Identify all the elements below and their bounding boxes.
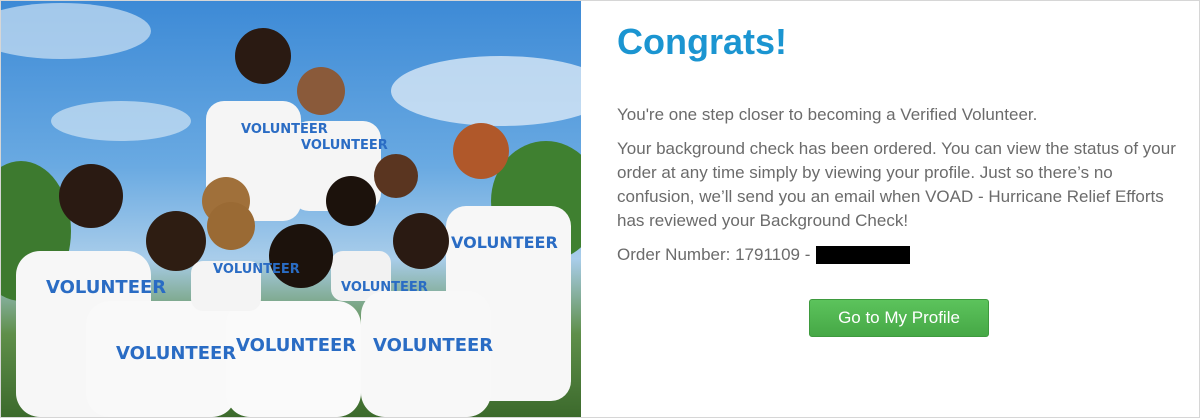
svg-text:VOLUNTEER: VOLUNTEER: [451, 233, 558, 252]
confirmation-panel: VOLUNTEER VOLUNTEER VOLUNTEER VOLUNTEER …: [0, 0, 1200, 418]
svg-text:VOLUNTEER: VOLUNTEER: [301, 138, 388, 153]
volunteer-group-illustration: VOLUNTEER VOLUNTEER VOLUNTEER VOLUNTEER …: [1, 3, 581, 417]
svg-text:VOLUNTEER: VOLUNTEER: [241, 122, 328, 137]
svg-text:VOLUNTEER: VOLUNTEER: [46, 277, 166, 298]
svg-text:VOLUNTEER: VOLUNTEER: [236, 335, 356, 356]
volunteer-group-photo: VOLUNTEER VOLUNTEER VOLUNTEER VOLUNTEER …: [1, 1, 581, 417]
intro-text: You're one step closer to becoming a Ver…: [617, 105, 1038, 124]
svg-text:VOLUNTEER: VOLUNTEER: [213, 262, 300, 277]
page-title: Congrats!: [617, 21, 787, 62]
confirmation-content: Congrats! You're one step closer to beco…: [581, 1, 1199, 417]
svg-text:VOLUNTEER: VOLUNTEER: [341, 280, 428, 295]
redacted-order-suffix: [816, 246, 911, 264]
go-to-profile-button[interactable]: Go to My Profile: [809, 299, 989, 337]
svg-text:VOLUNTEER: VOLUNTEER: [116, 343, 236, 364]
order-number-label: Order Number: 1791109 -: [617, 245, 811, 264]
details-text: Your background check has been ordered. …: [617, 139, 1176, 230]
svg-text:VOLUNTEER: VOLUNTEER: [373, 335, 493, 356]
order-number-row: Order Number: 1791109 -: [617, 243, 1199, 267]
